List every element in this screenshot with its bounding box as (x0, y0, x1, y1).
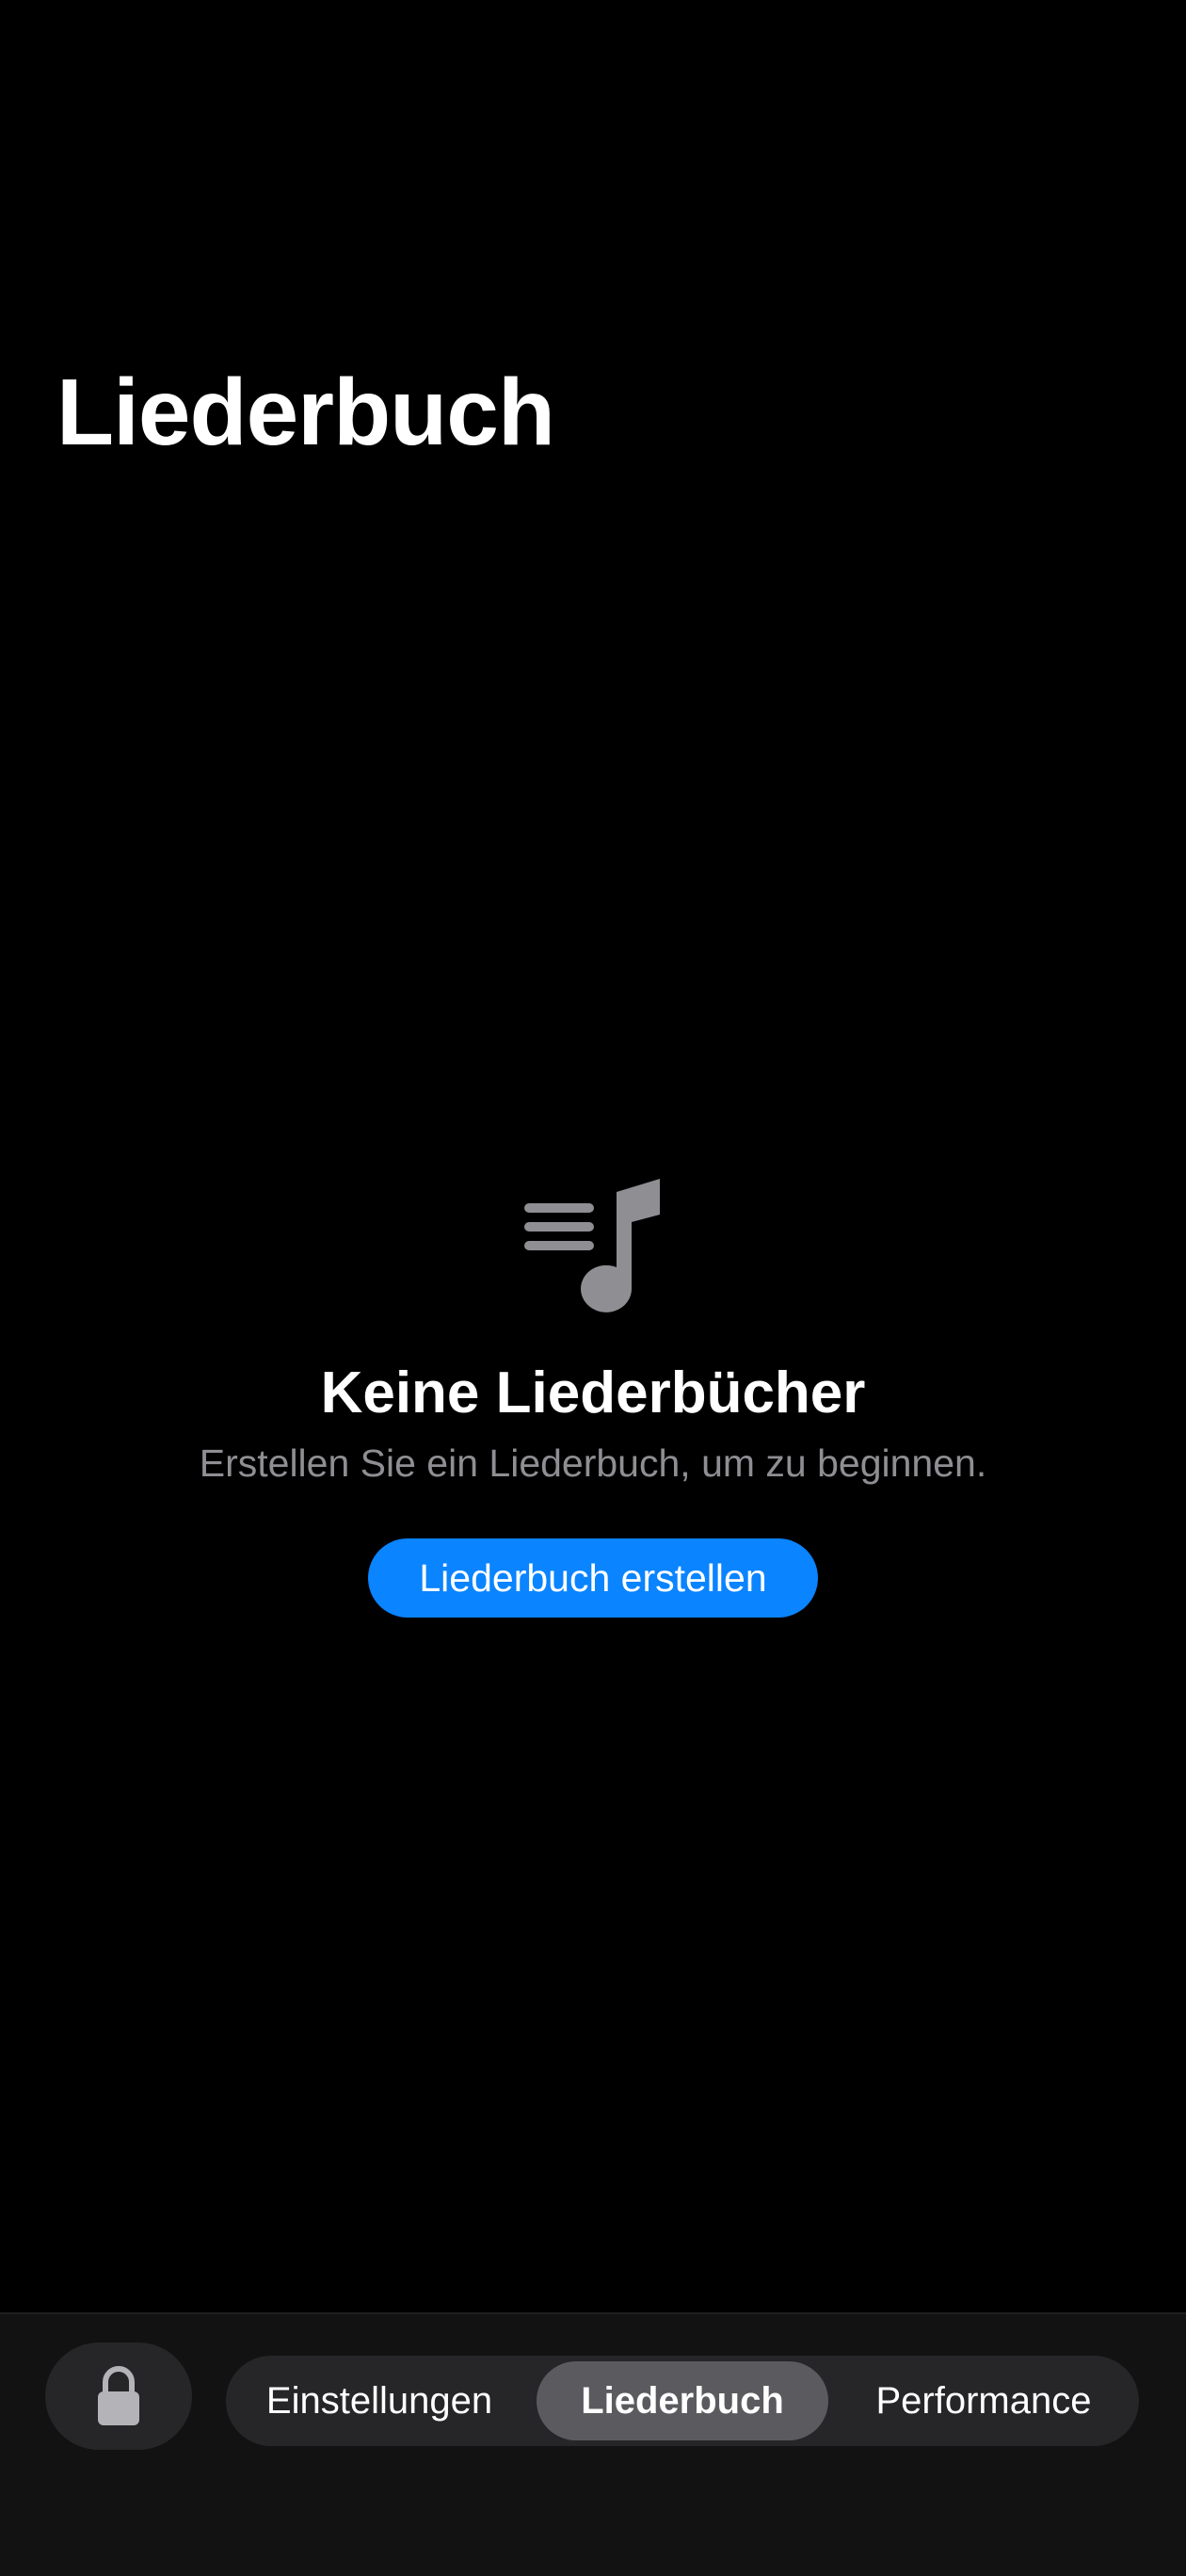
empty-state-title: Keine Liederbücher (320, 1360, 866, 1425)
page-title: Liederbuch (56, 360, 555, 465)
lock-button[interactable] (45, 2343, 192, 2450)
tab-performance[interactable]: Performance (842, 2361, 1125, 2440)
tab-liederbuch[interactable]: Liederbuch (537, 2361, 828, 2440)
empty-state-subtitle: Erstellen Sie ein Liederbuch, um zu begi… (199, 1441, 987, 1485)
empty-state: Keine Liederbücher Erstellen Sie ein Lie… (0, 1177, 1186, 1618)
bottom-tab-bar: Einstellungen Liederbuch Performance (0, 2312, 1186, 2576)
songbook-screen: Liederbuch Keine Liederbücher Erstellen … (0, 0, 1186, 2576)
create-songbook-button[interactable]: Liederbuch erstellen (368, 1538, 818, 1618)
tab-segmented-control: Einstellungen Liederbuch Performance (226, 2356, 1139, 2446)
lock-icon (98, 2366, 139, 2425)
music-list-icon (524, 1179, 660, 1312)
tab-einstellungen[interactable]: Einstellungen (243, 2361, 516, 2440)
